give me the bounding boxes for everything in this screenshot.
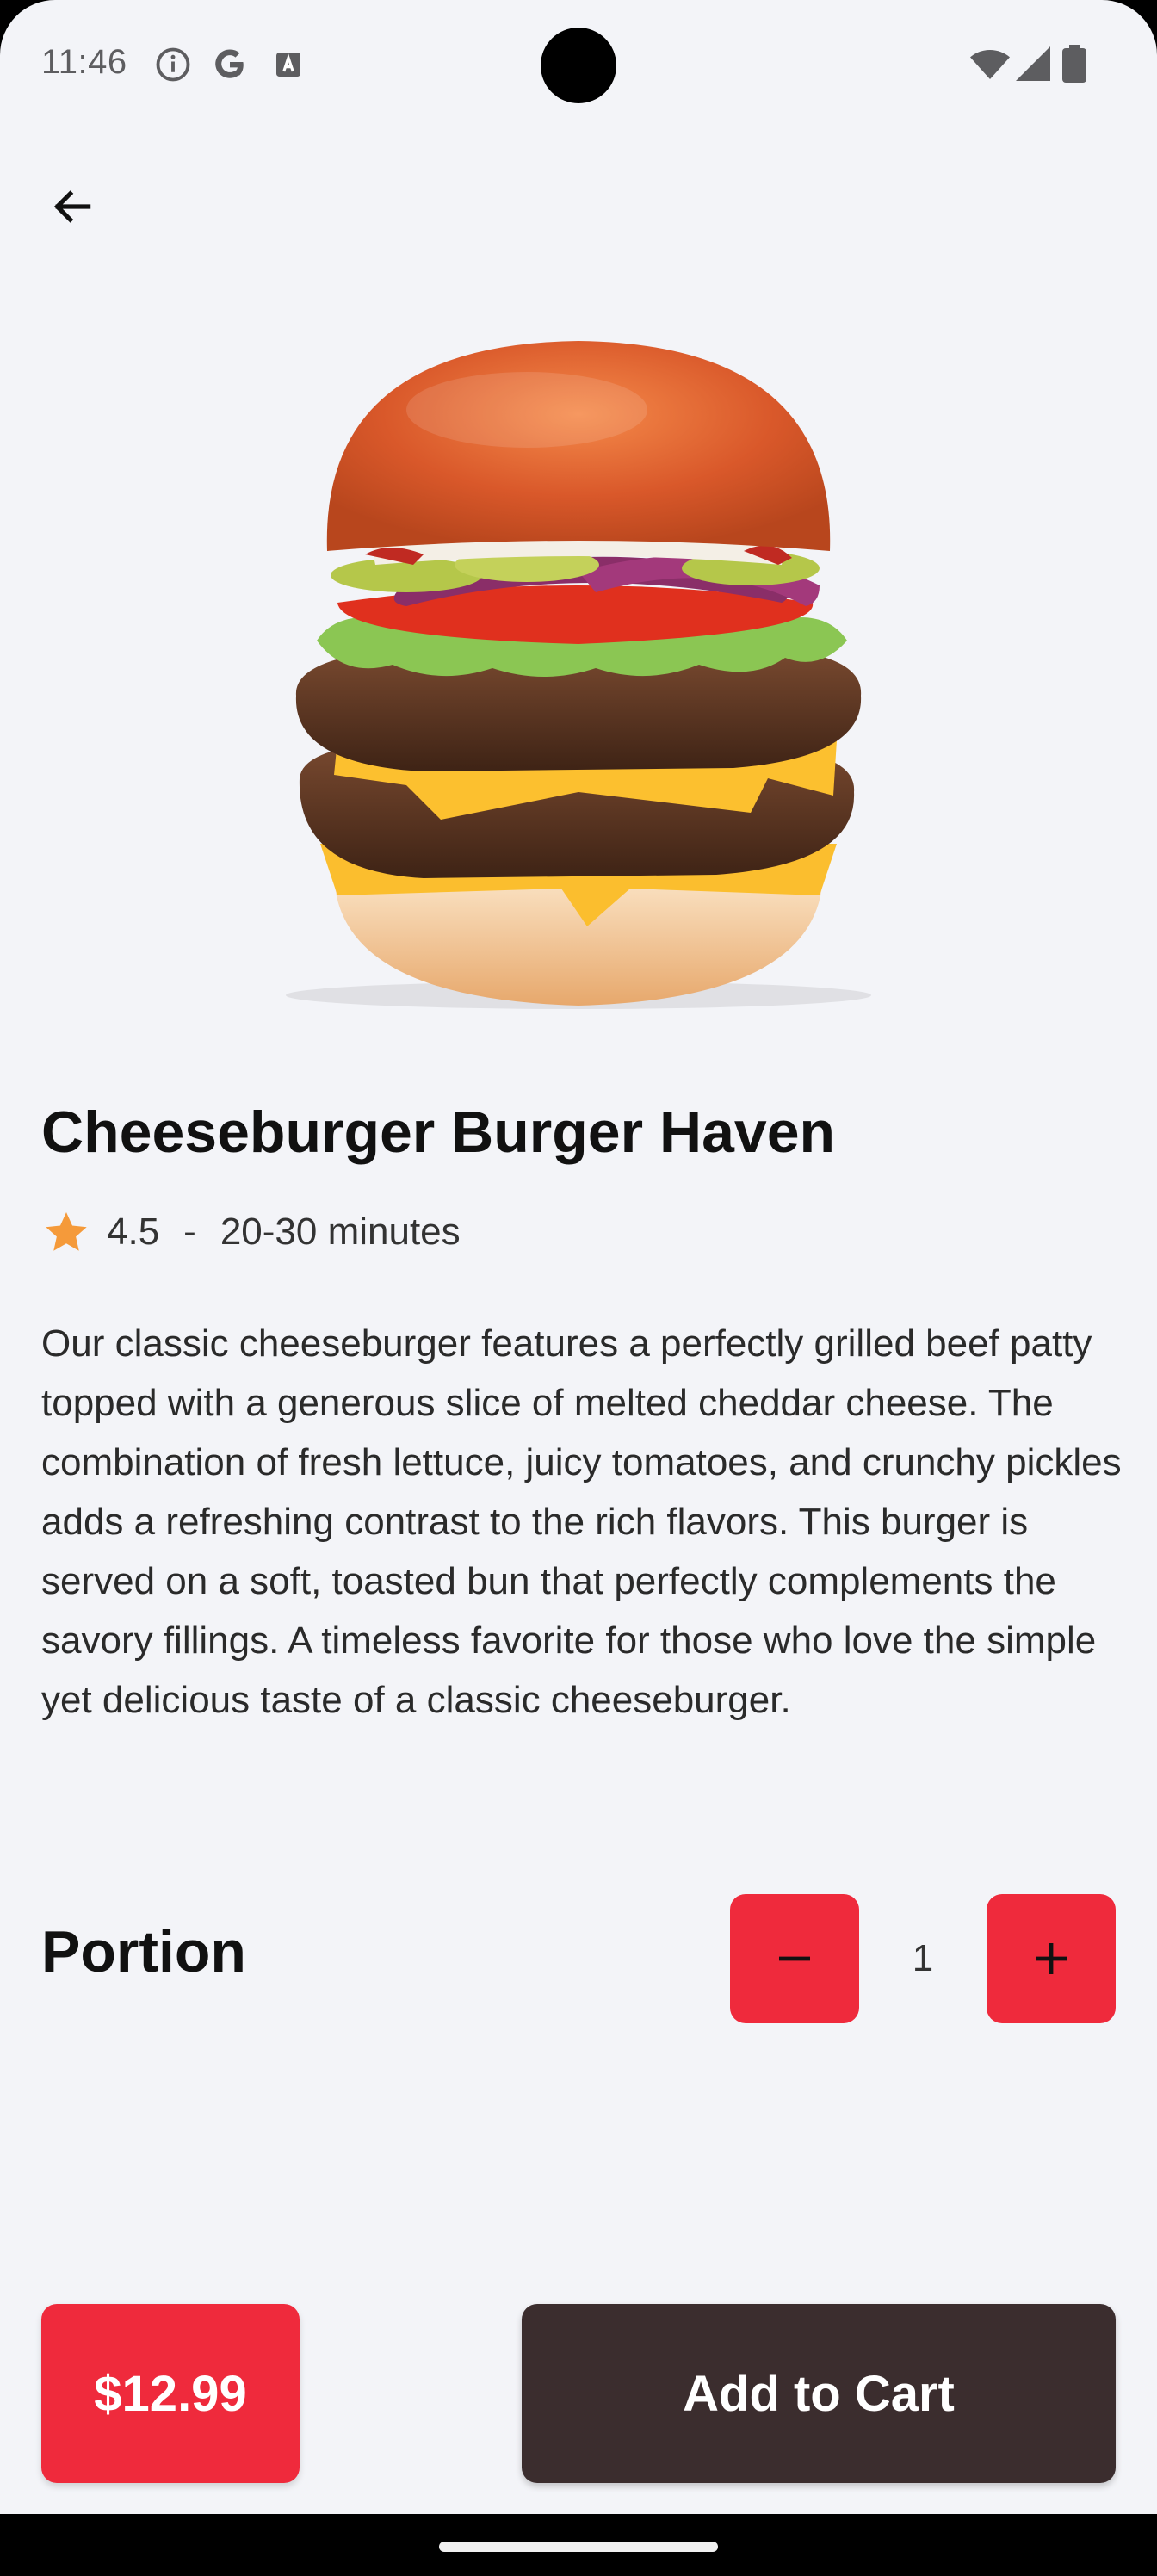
price-badge: $12.99 <box>41 2304 300 2483</box>
font-a-icon <box>276 53 300 77</box>
meta-separator: - <box>183 1211 196 1253</box>
product-image <box>286 341 871 1009</box>
product-title: Cheeseburger Burger Haven <box>41 1099 836 1165</box>
battery-icon <box>1062 45 1086 83</box>
product-description: Our classic cheeseburger features a perf… <box>41 1322 1122 1721</box>
decrease-quantity-button[interactable] <box>730 1894 859 2023</box>
plus-icon <box>1036 1943 1067 1974</box>
camera-cutout <box>541 28 616 103</box>
increase-quantity-button[interactable] <box>987 1894 1116 2023</box>
minus-icon <box>779 1956 810 1961</box>
quantity-value: 1 <box>912 1937 934 1979</box>
add-to-cart-button[interactable]: Add to Cart <box>522 2304 1116 2483</box>
star-icon <box>46 1212 87 1251</box>
delivery-time: 20-30 minutes <box>220 1211 461 1253</box>
cellular-signal-icon <box>1016 46 1050 81</box>
rating-row: 4.5 - 20-30 minutes <box>41 1207 461 1257</box>
arrow-back-icon <box>53 190 91 223</box>
google-icon <box>215 49 244 78</box>
status-time: 11:46 <box>41 43 127 81</box>
screen: 11:46 Cheeseburger Burger Haven 4.5 - 20… <box>0 0 1157 2514</box>
home-indicator[interactable] <box>439 2542 718 2552</box>
wifi-icon <box>970 50 1010 79</box>
info-icon <box>156 47 190 82</box>
back-button[interactable] <box>34 169 110 245</box>
portion-label: Portion <box>41 1919 246 1985</box>
rating-value: 4.5 <box>107 1211 160 1253</box>
